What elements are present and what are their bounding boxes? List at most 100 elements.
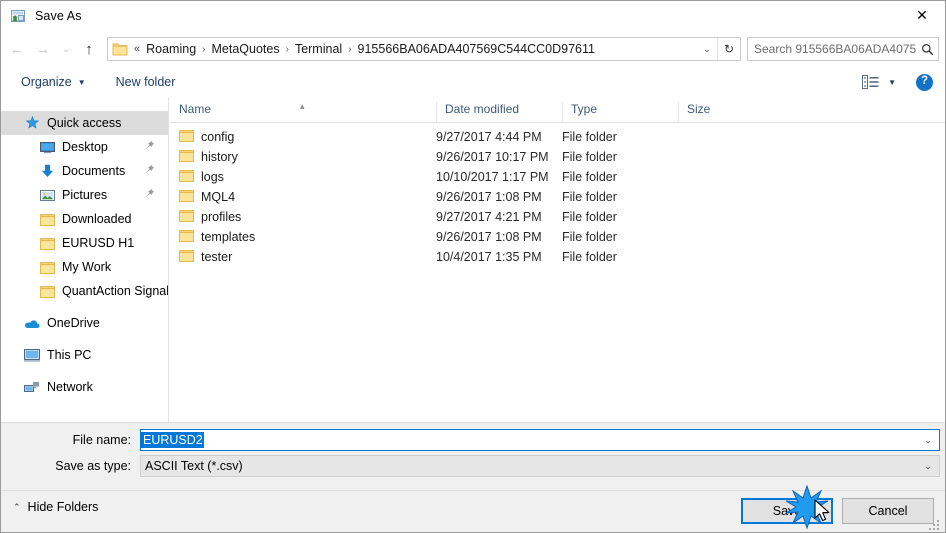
breadcrumb-item-terminal[interactable]: Terminal — [292, 40, 345, 58]
sidebar-item-pictures[interactable]: Pictures — [1, 183, 168, 207]
folder-icon — [38, 211, 56, 227]
file-name-row: File name: EURUSD2 ⌄ — [21, 429, 940, 451]
sidebar-item-this-pc[interactable]: This PC — [1, 343, 168, 367]
chevron-down-icon[interactable]: ⌄ — [917, 430, 939, 450]
save-form: File name: EURUSD2 ⌄ Save as type: ASCII… — [1, 422, 945, 491]
file-name: config — [201, 130, 235, 144]
close-icon: ✕ — [916, 7, 928, 23]
navigation-bar: ← → ⌄ ↑ « Roaming › MetaQuotes › Termina… — [1, 31, 945, 67]
table-row[interactable]: logs 10/10/2017 1:17 PM File folder — [170, 167, 945, 187]
address-dropdown-button[interactable]: ⌄ — [697, 38, 717, 60]
sidebar-item-downloaded[interactable]: Downloaded — [1, 207, 168, 231]
table-row[interactable]: config 9/27/2017 4:44 PM File folder — [170, 127, 945, 147]
chevron-down-icon: ⌄ — [61, 43, 71, 55]
save-label: Save — [772, 504, 802, 518]
network-icon — [23, 379, 41, 395]
save-button[interactable]: Save — [741, 498, 833, 524]
chevron-down-icon: ⌄ — [703, 43, 711, 54]
sort-ascending-icon: ▴ — [300, 101, 305, 111]
address-bar[interactable]: « Roaming › MetaQuotes › Terminal › 9155… — [107, 37, 741, 61]
column-header-type[interactable]: Type — [562, 102, 678, 122]
sidebar-label: Desktop — [62, 140, 108, 154]
up-one-level-button[interactable]: ↑ — [76, 36, 102, 62]
sidebar-item-network[interactable]: Network — [1, 375, 168, 399]
view-chevron-down-icon[interactable]: ▼ — [888, 78, 896, 87]
chevron-down-icon[interactable]: ⌄ — [917, 456, 939, 476]
file-name: tester — [201, 250, 233, 264]
breadcrumb[interactable]: « Roaming › MetaQuotes › Terminal › 9155… — [131, 40, 697, 58]
documents-download-icon — [38, 163, 56, 179]
search-box[interactable]: Search 915566BA06ADA40756... — [747, 37, 939, 61]
onedrive-cloud-icon — [23, 315, 41, 331]
column-label: Size — [687, 102, 711, 116]
column-header-date-modified[interactable]: Date modified — [436, 102, 562, 122]
title-bar: Save As ✕ — [1, 1, 945, 31]
file-name: history — [201, 150, 238, 164]
help-button[interactable]: ? — [916, 73, 933, 91]
file-name-cell: profiles — [170, 209, 436, 225]
pin-icon[interactable] — [144, 164, 155, 178]
column-header-size[interactable]: Size — [678, 102, 758, 122]
sidebar-item-quantaction-signal[interactable]: QuantAction Signal — [1, 279, 168, 303]
column-label: Date modified — [445, 102, 520, 116]
sidebar-item-eurusd-h1[interactable]: EURUSD H1 — [1, 231, 168, 255]
resize-grip[interactable] — [929, 518, 941, 530]
sidebar-item-documents[interactable]: Documents — [1, 159, 168, 183]
table-row[interactable]: tester 10/4/2017 1:35 PM File folder — [170, 247, 945, 267]
forward-button[interactable]: → — [30, 36, 56, 62]
folder-icon — [112, 42, 128, 57]
folder-icon — [179, 189, 194, 205]
back-button[interactable]: ← — [4, 36, 30, 62]
type-cell: File folder — [562, 250, 617, 264]
navigation-pane[interactable]: Quick access Desktop Documents Pictures … — [1, 97, 169, 422]
file-name-value: EURUSD2 — [141, 432, 204, 448]
sidebar-item-onedrive[interactable]: OneDrive — [1, 311, 168, 335]
column-label: Name — [179, 102, 212, 116]
command-toolbar: Organize ▼ New folder ▼ ? — [1, 67, 945, 98]
help-label: ? — [920, 75, 929, 88]
breadcrumb-overflow-icon[interactable]: « — [131, 43, 143, 55]
breadcrumb-separator-icon: › — [202, 43, 206, 55]
file-list-pane[interactable]: ▴ Name Date modified Type Size config 9/… — [170, 97, 945, 422]
date-modified-cell: 9/26/2017 10:17 PM — [436, 150, 549, 164]
chevron-down-icon: ▼ — [77, 77, 86, 87]
sidebar-item-desktop[interactable]: Desktop — [1, 135, 168, 159]
file-name-cell: MQL4 — [170, 189, 436, 205]
folder-icon — [38, 283, 56, 299]
pin-icon[interactable] — [144, 188, 155, 202]
pin-icon[interactable] — [144, 140, 155, 154]
file-name-cell: config — [170, 129, 436, 145]
dialog-footer: ⌃ Hide Folders Save Cancel — [1, 490, 945, 532]
table-row[interactable]: templates 9/26/2017 1:08 PM File folder — [170, 227, 945, 247]
new-folder-button[interactable]: New folder — [108, 72, 184, 92]
folder-icon — [179, 169, 194, 185]
table-row[interactable]: history 9/26/2017 10:17 PM File folder — [170, 147, 945, 167]
save-as-type-select[interactable]: ASCII Text (*.csv) ⌄ — [140, 455, 940, 477]
breadcrumb-separator-icon: › — [348, 43, 352, 55]
breadcrumb-item-metaquotes[interactable]: MetaQuotes — [209, 40, 283, 58]
sidebar-label: OneDrive — [47, 316, 100, 330]
close-button[interactable]: ✕ — [899, 1, 945, 30]
hide-folders-button[interactable]: ⌃ Hide Folders — [13, 500, 98, 514]
table-row[interactable]: profiles 9/27/2017 4:21 PM File folder — [170, 207, 945, 227]
file-name: logs — [201, 170, 224, 184]
breadcrumb-item-roaming[interactable]: Roaming — [143, 40, 199, 58]
table-row[interactable]: MQL4 9/26/2017 1:08 PM File folder — [170, 187, 945, 207]
cancel-button[interactable]: Cancel — [842, 498, 934, 524]
column-header-name[interactable]: ▴ Name — [170, 102, 436, 122]
sidebar-label: Downloaded — [62, 212, 132, 226]
save-as-type-label: Save as type: — [55, 459, 131, 473]
breadcrumb-item-terminal-id[interactable]: 915566BA06ADA407569C544CC0D97611 — [355, 40, 598, 58]
search-input[interactable]: Search 915566BA06ADA40756... — [748, 42, 916, 56]
sidebar-label: My Work — [62, 260, 112, 274]
folder-icon — [179, 209, 194, 225]
file-name: templates — [201, 230, 256, 244]
sidebar-item-my-work[interactable]: My Work — [1, 255, 168, 279]
organize-button[interactable]: Organize ▼ — [13, 72, 94, 92]
file-name: profiles — [201, 210, 242, 224]
refresh-button[interactable]: ↻ — [717, 38, 740, 60]
file-name-input[interactable]: EURUSD2 ⌄ — [140, 429, 940, 451]
recent-locations-button[interactable]: ⌄ — [56, 36, 76, 62]
sidebar-item-quick-access[interactable]: Quick access — [1, 111, 168, 135]
view-options-icon[interactable] — [859, 73, 881, 91]
